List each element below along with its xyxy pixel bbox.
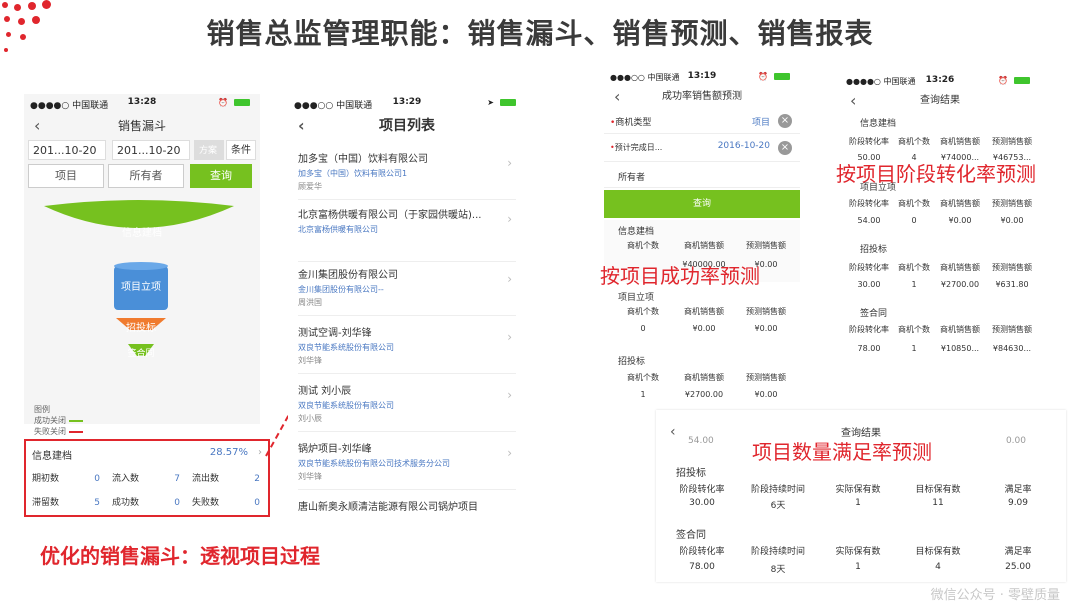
section-approval: 项目立项 商机个数 商机销售额 预测销售额 0 ¥0.00 ¥0.00: [618, 293, 786, 333]
status-time: 13:26: [925, 75, 955, 85]
status-time: 13:19: [687, 71, 717, 81]
query-button[interactable]: 查询: [604, 190, 800, 218]
stats-cell: 流入数 7: [112, 474, 180, 484]
nav-title: 销售漏斗: [117, 119, 166, 133]
stats-cell: 成功数 0: [112, 498, 180, 508]
date-from-field[interactable]: 201...10-20: [28, 140, 106, 160]
battery-icon: [774, 73, 790, 80]
nav-bar: ‹ 项目列表: [288, 112, 526, 140]
field-owner[interactable]: 所有者: [604, 164, 800, 188]
toggle-condition[interactable]: 条件: [226, 140, 256, 160]
legend-fail-swatch: [68, 430, 83, 433]
chevron-right-icon: ›: [507, 212, 512, 226]
annotation-success-forecast: 按项目成功率预测: [600, 264, 760, 288]
sales-funnel-screen: ●●●●○ 中国联通 13:28 ⏰ ‹ 销售漏斗 201...10-20 20…: [24, 94, 260, 436]
clear-icon[interactable]: ×: [778, 114, 792, 128]
funnel-label-info: 信息建档: [122, 228, 162, 239]
filter-owner-button[interactable]: 所有者: [108, 164, 184, 188]
stats-cell: 期初数 0: [32, 474, 100, 484]
stats-cell: 滞留数 5: [32, 498, 100, 508]
list-item[interactable]: 测试空调-刘华锋 双良节能系统股份有限公司 刘华锋 ›: [298, 324, 516, 374]
chevron-right-icon: ›: [507, 272, 512, 286]
stats-stage-label: 信息建档: [32, 451, 72, 462]
partial-value-left: 54.00: [688, 436, 714, 446]
section-bidding: 招投标 阶段转化率 商机个数 商机销售额 预测销售额 30.00 1 ¥2700…: [849, 245, 1032, 289]
watermark: 微信公众号 · 零壁质量: [930, 588, 1060, 603]
section-bidding: 招投标 商机个数 商机销售额 预测销售额 1 ¥2700.00 ¥0.00: [618, 357, 786, 399]
chevron-right-icon: ›: [507, 388, 512, 402]
list-item[interactable]: 金川集团股份有限公司 金川集团股份有限公司-- 周洪国 ›: [298, 266, 516, 316]
success-forecast-screen: ●●●○○ 中国联通 13:19 ⏰ ‹ 成功率销售额预测 •商机类型 项目 ×…: [604, 68, 800, 410]
nav-title: 成功率销售额预测: [662, 91, 742, 102]
nav-bar: ‹ 成功率销售额预测: [604, 86, 800, 108]
back-chevron-icon[interactable]: ‹: [850, 90, 856, 112]
status-bar: ●●●○○ 中国联通 13:19 ⏰: [604, 68, 800, 86]
legend: 图例 成功关闭 失败关闭: [34, 404, 83, 437]
nav-bar: ‹ 查询结果: [840, 90, 1040, 112]
legend-success-swatch: [68, 419, 83, 422]
nav-bar: ‹ 销售漏斗: [24, 112, 260, 140]
list-item[interactable]: 北京富杨供暖有限公司（于家园供暖站)... 北京富杨供暖有限公司 ›: [298, 206, 516, 262]
location-icon: ➤: [487, 98, 494, 107]
annotation-stage-forecast: 按项目阶段转化率预测: [836, 162, 1036, 186]
alarm-icon: ⏰: [758, 72, 768, 81]
list-item[interactable]: 唐山新奥永顺清洁能源有限公司锅炉项目: [298, 498, 516, 514]
battery-icon: [234, 99, 250, 106]
funnel-label-approval: 项目立项: [121, 282, 161, 293]
status-bar: ●●●●○ 中国联通 13:28 ⏰: [24, 94, 260, 112]
back-chevron-icon[interactable]: ‹: [298, 112, 305, 140]
section-contract: 签合同 阶段转化率 阶段持续时间 实际保有数 目标保有数 满足率 78.00 8…: [676, 530, 1032, 575]
status-bar: ●●●●○ 中国联通 13:26 ⏰: [840, 72, 1040, 90]
slide-caption: 优化的销售漏斗：透视项目过程: [40, 544, 320, 568]
back-chevron-icon[interactable]: ‹: [670, 424, 676, 440]
section-contract: 签合同 阶段转化率 商机个数 商机销售额 预测销售额 78.00 1 ¥1085…: [849, 309, 1032, 353]
funnel-label-contract: 签合同: [127, 349, 155, 359]
field-expected-date[interactable]: •预计完成日... 2016-10-20 ×: [604, 134, 800, 162]
date-to-field[interactable]: 201...10-20: [112, 140, 190, 160]
chevron-right-icon: ›: [507, 330, 512, 344]
alarm-icon: ⏰: [218, 98, 228, 107]
partial-value-right: 0.00: [1005, 436, 1026, 446]
list-item[interactable]: 测试 刘小辰 双良节能系统股份有限公司 刘小辰 ›: [298, 382, 516, 432]
nav-title: 项目列表: [379, 118, 435, 134]
section-bidding: 招投标 阶段转化率 阶段持续时间 实际保有数 目标保有数 满足率 30.00 6…: [676, 468, 1032, 511]
query-button[interactable]: 查询: [190, 164, 252, 188]
list-item[interactable]: 加多宝（中国）饮料有限公司 加多宝（中国）饮料有限公司1 顾爱华 ›: [298, 150, 516, 200]
legend-fail-label: 失败关闭: [34, 427, 66, 436]
nav-title: 查询结果: [920, 95, 960, 106]
toggle-plan[interactable]: 方案: [194, 140, 224, 160]
list-item[interactable]: 锅炉项目-刘华峰 双良节能系统股份有限公司技术服务分公司 刘华锋 ›: [298, 440, 516, 490]
alarm-icon: ⏰: [998, 76, 1008, 85]
legend-success-label: 成功关闭: [34, 416, 66, 425]
battery-icon: [1014, 77, 1030, 84]
funnel-stats-panel[interactable]: 信息建档 28.57% › 期初数 0 流入数 7 流出数 2 滞留数 5 成功数 0 失…: [24, 439, 270, 517]
chevron-right-icon: ›: [507, 446, 512, 460]
field-opportunity-type[interactable]: •商机类型 项目 ×: [604, 108, 800, 134]
filter-project-button[interactable]: 项目: [28, 164, 104, 188]
project-list-screen: ●●●○○ 中国联通 13:29 ➤ ‹ 项目列表 加多宝（中国）饮料有限公司 …: [288, 94, 526, 514]
stats-rate: 28.57%: [209, 447, 248, 458]
section-approval: 项目立项 阶段转化率 商机个数 商机销售额 预测销售额 54.00 0 ¥0.0…: [849, 183, 1032, 225]
stats-header[interactable]: 信息建档 28.57% ›: [32, 447, 262, 463]
slide-title: 销售总监管理职能：销售漏斗、销售预测、销售报表: [206, 17, 874, 50]
stage-forecast-screen: ●●●●○ 中国联通 13:26 ⏰ ‹ 查询结果 信息建档 阶段转化率 商机个…: [840, 72, 1040, 362]
stats-cell: 失败数 0: [192, 498, 260, 508]
back-chevron-icon[interactable]: ‹: [614, 86, 620, 108]
back-chevron-icon[interactable]: ‹: [34, 112, 40, 140]
annotation-quantity-forecast: 项目数量满足率预测: [752, 440, 932, 464]
stats-cell: 流出数 2: [192, 474, 260, 484]
chevron-right-icon: ›: [507, 156, 512, 170]
funnel-label-bidding: 招投标: [126, 323, 156, 334]
legend-title: 图例: [34, 405, 50, 414]
clear-icon[interactable]: ×: [778, 141, 792, 155]
status-bar: ●●●○○ 中国联通 13:29 ➤: [288, 94, 526, 112]
battery-icon: [500, 99, 516, 106]
